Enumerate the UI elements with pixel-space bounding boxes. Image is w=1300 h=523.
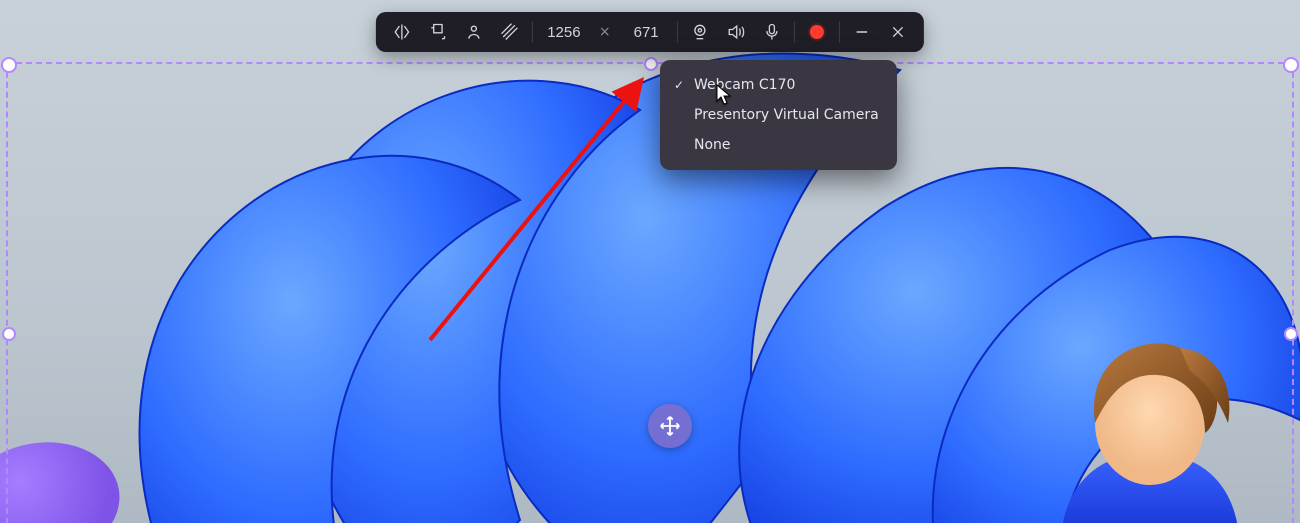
height-field[interactable] [619, 23, 673, 42]
minimize-icon [853, 23, 871, 41]
capture-stage: × Webcam C170 [0, 0, 1300, 523]
menu-item-label: Webcam C170 [694, 77, 795, 93]
move-handle[interactable] [648, 404, 692, 448]
close-icon [890, 24, 906, 40]
separator [677, 21, 678, 43]
microphone-button[interactable] [754, 14, 790, 50]
speaker-icon [726, 22, 746, 42]
crop-button[interactable] [420, 14, 456, 50]
camera-option-virtual[interactable]: Presentory Virtual Camera [660, 100, 897, 130]
blur-icon [500, 22, 520, 42]
handle-right-mid[interactable] [1284, 327, 1298, 341]
system-audio-button[interactable] [718, 14, 754, 50]
record-button[interactable] [799, 14, 835, 50]
mirror-button[interactable] [384, 14, 420, 50]
separator [532, 21, 533, 43]
webcam-button[interactable] [682, 14, 718, 50]
presenter-icon [464, 22, 484, 42]
camera-dropdown[interactable]: Webcam C170 Presentory Virtual Camera No… [660, 60, 897, 170]
camera-option-webcam[interactable]: Webcam C170 [660, 70, 897, 100]
mic-icon [762, 22, 782, 42]
effects-button[interactable] [492, 14, 528, 50]
width-field[interactable] [537, 23, 591, 42]
capture-region[interactable] [6, 62, 1294, 523]
separator [794, 21, 795, 43]
handle-top-right[interactable] [1283, 57, 1299, 73]
webcam-icon [690, 22, 710, 42]
crop-icon [428, 22, 448, 42]
presenter-button[interactable] [456, 14, 492, 50]
camera-option-none[interactable]: None [660, 130, 897, 160]
dimensions-display: × [537, 23, 673, 42]
capture-toolbar: × [376, 12, 924, 52]
menu-item-label: None [694, 137, 731, 153]
times-symbol: × [599, 24, 611, 40]
mirror-icon [392, 22, 412, 42]
separator [839, 21, 840, 43]
handle-left-mid[interactable] [2, 327, 16, 341]
menu-item-label: Presentory Virtual Camera [694, 107, 879, 123]
move-icon [659, 415, 681, 437]
minimize-button[interactable] [844, 14, 880, 50]
handle-top-left[interactable] [1, 57, 17, 73]
handle-top-mid[interactable] [644, 57, 658, 71]
close-button[interactable] [880, 14, 916, 50]
